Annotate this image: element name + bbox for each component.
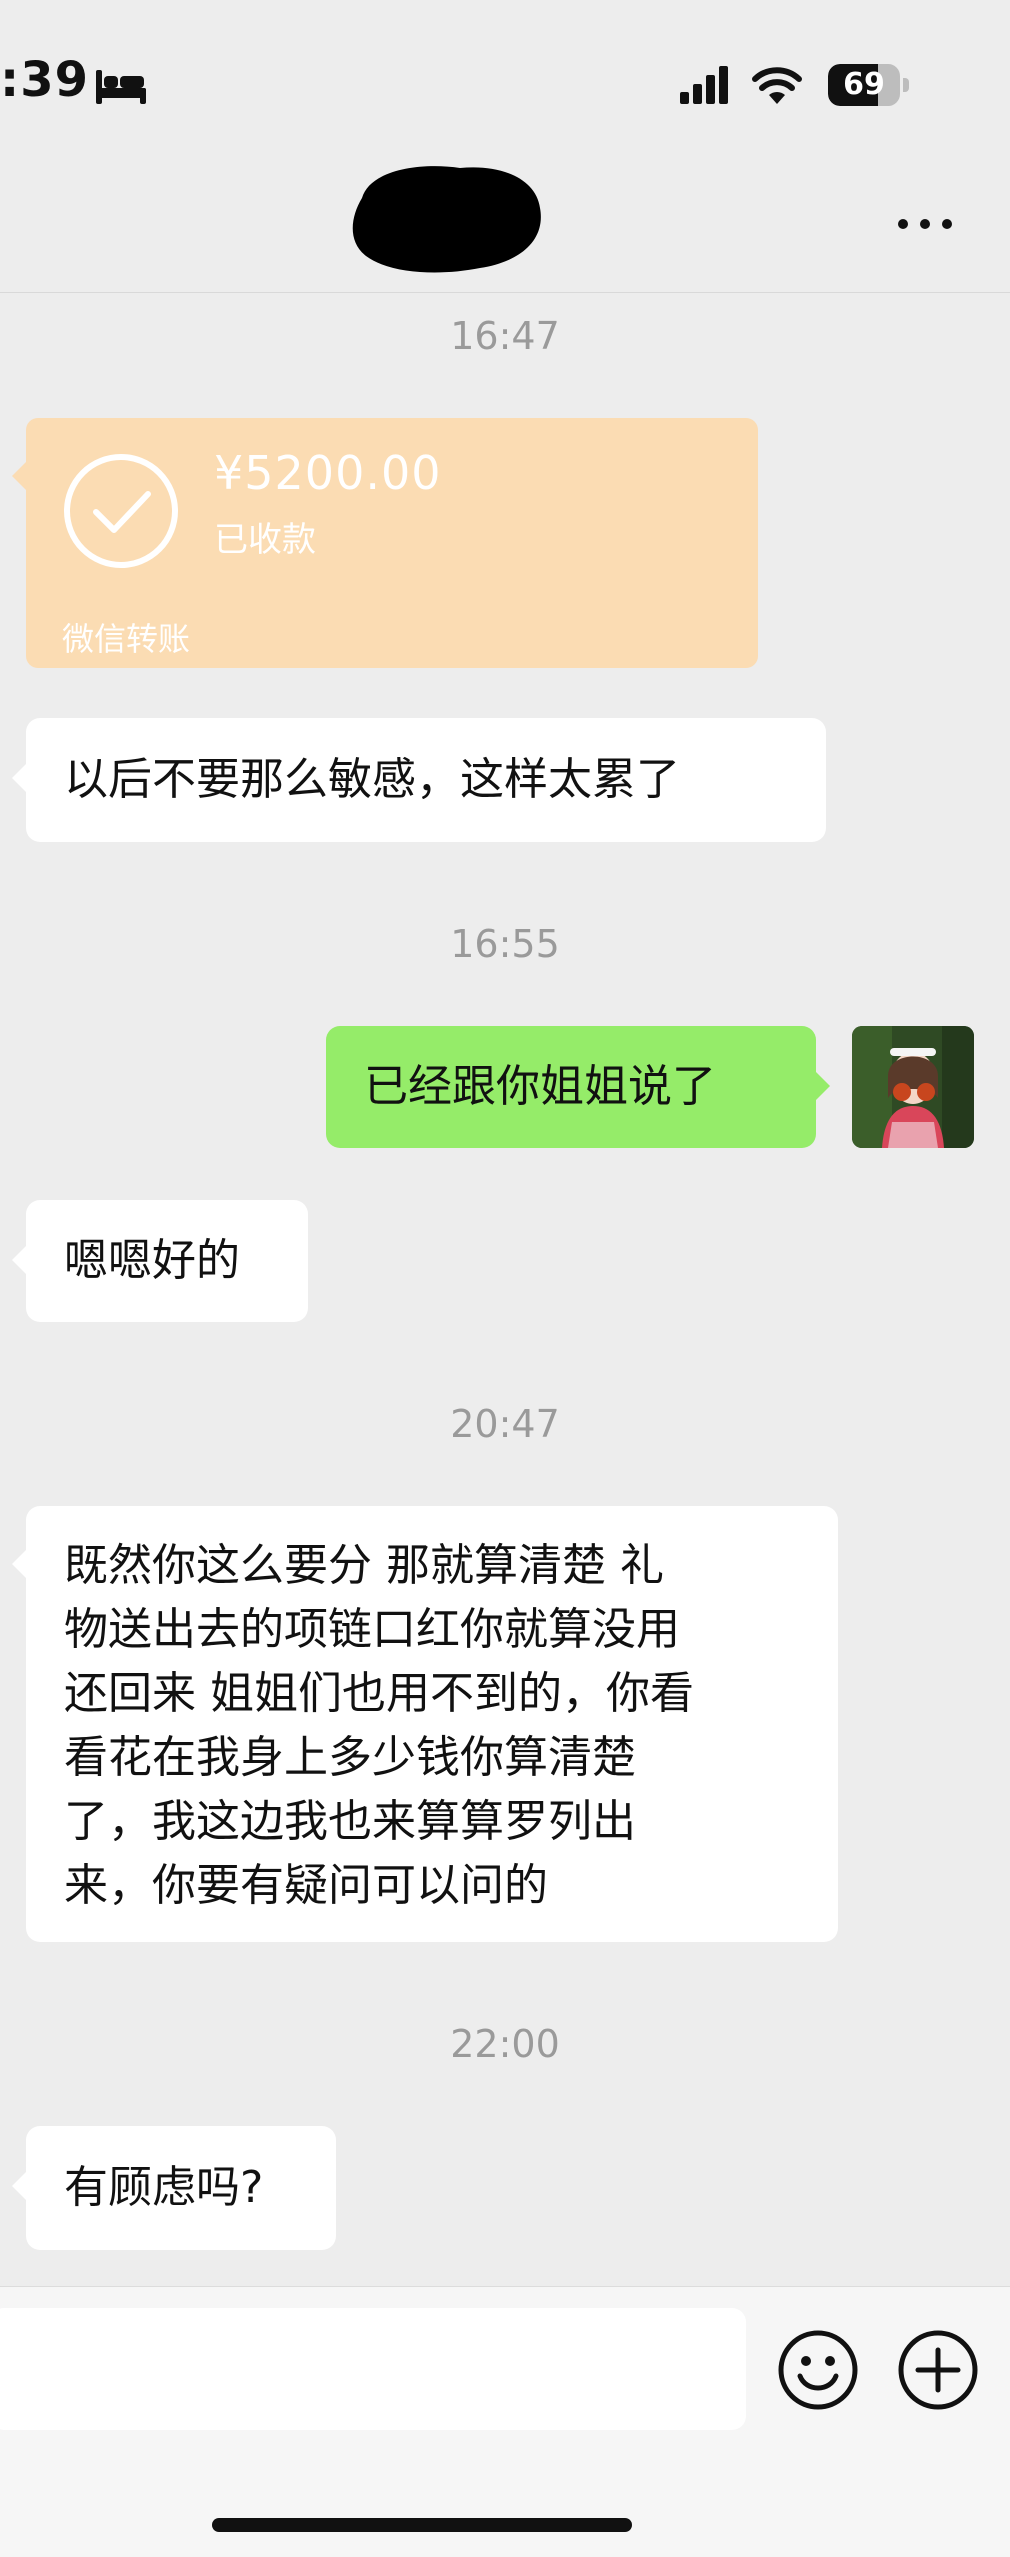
battery-body: 69 xyxy=(828,64,900,106)
message-line: 了，我这边我也来算算罗列出 xyxy=(64,1796,636,1847)
bubble-tail xyxy=(816,1072,830,1100)
wifi-icon xyxy=(752,67,802,104)
message-text: 以后不要那么敏感，这样太累了 xyxy=(64,754,680,805)
battery-indicator: 69 xyxy=(828,64,910,108)
message-line: 既然你这么要分 那就算清楚 礼 xyxy=(64,1540,664,1591)
message-bubble-sent[interactable]: 已经跟你姐姐说了 xyxy=(326,1026,816,1148)
message-line: 看花在我身上多少钱你算清楚 xyxy=(64,1732,636,1783)
bubble-tail xyxy=(12,764,26,792)
timestamp: 16:47 xyxy=(450,314,560,358)
transfer-amount: ¥5200.00 xyxy=(214,446,442,500)
smiley-icon xyxy=(778,2330,858,2410)
plus-button[interactable] xyxy=(896,2328,980,2412)
message-input[interactable] xyxy=(0,2308,746,2430)
message-bubble-received[interactable]: 以后不要那么敏感，这样太累了 xyxy=(26,718,826,842)
avatar-image xyxy=(852,1026,974,1148)
timestamp: 20:47 xyxy=(450,1402,560,1446)
message-line: 来，你要有疑问可以问的 xyxy=(64,1860,548,1911)
message-text: 嗯嗯好的 xyxy=(64,1235,240,1286)
timestamp: 22:00 xyxy=(450,2022,560,2066)
plus-circle-icon xyxy=(898,2330,978,2410)
message-line: 还回来 姐姐们也用不到的，你看 xyxy=(64,1668,694,1719)
transfer-tail xyxy=(12,462,26,490)
bed-icon xyxy=(96,70,146,104)
avatar[interactable] xyxy=(852,1026,974,1148)
bubble-tail xyxy=(12,2172,26,2200)
timestamp: 16:55 xyxy=(450,922,560,966)
home-indicator[interactable] xyxy=(212,2518,632,2532)
bubble-tail xyxy=(12,1246,26,1274)
transfer-status: 已收款 xyxy=(214,520,316,560)
message-bubble-received[interactable]: 嗯嗯好的 xyxy=(26,1200,308,1322)
message-bubble-received[interactable]: 既然你这么要分 那就算清楚 礼 物送出去的项链口红你就算没用 还回来 姐姐们也用… xyxy=(26,1506,838,1942)
status-time: :39 xyxy=(0,52,89,108)
more-dots-icon[interactable] xyxy=(895,212,955,236)
message-text: 已经跟你姐姐说了 xyxy=(364,1061,716,1112)
message-line: 物送出去的项链口红你就算没用 xyxy=(64,1604,680,1655)
transfer-label: 微信转账 xyxy=(62,620,191,658)
check-circle-icon xyxy=(64,454,178,568)
bubble-tail xyxy=(12,1550,26,1578)
redacted-contact-name xyxy=(352,166,541,273)
message-bubble-received[interactable]: 有顾虑吗? xyxy=(26,2126,336,2250)
battery-percent: 69 xyxy=(843,67,885,102)
message-text: 有顾虑吗? xyxy=(64,2162,264,2213)
battery-tip xyxy=(903,78,909,92)
cellular-signal-icon xyxy=(680,66,728,104)
emoji-button[interactable] xyxy=(776,2328,860,2412)
